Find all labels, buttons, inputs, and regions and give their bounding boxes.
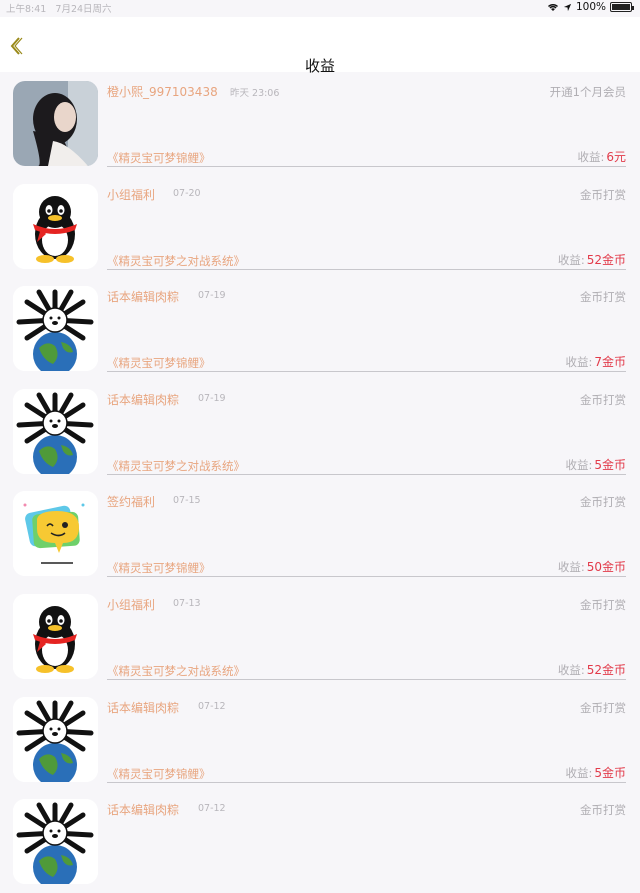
- income-row[interactable]: 话本编辑肉粽 07-19 金币打赏 《精灵宝可梦之对战系统》 收益: 5金币: [0, 380, 640, 483]
- penguin-avatar[interactable]: [13, 593, 98, 679]
- sender-name[interactable]: 话本编辑肉粽: [107, 699, 179, 716]
- income-value: 收益: 52金币: [558, 251, 626, 268]
- story-title[interactable]: 《精灵宝可梦锦鲤》: [107, 766, 211, 782]
- row-divider: [107, 166, 626, 167]
- reward-type: 金币打赏: [580, 803, 626, 818]
- location-arrow-icon: [563, 3, 572, 11]
- globe-avatar[interactable]: [13, 696, 98, 782]
- status-clock: 上午8:41: [6, 4, 47, 15]
- income-value: 收益: 5金币: [565, 764, 626, 781]
- story-title[interactable]: 《精灵宝可梦之对战系统》: [107, 253, 245, 269]
- reward-type: 金币打赏: [580, 290, 626, 305]
- record-time: 07-20: [173, 187, 201, 199]
- income-amount: 6元: [606, 150, 626, 164]
- income-row[interactable]: 话本编辑肉粽 07-12 金币打赏 《精灵宝可梦锦鲤》 收益: 5金币: [0, 688, 640, 791]
- story-title[interactable]: 《精灵宝可梦之对战系统》: [107, 663, 245, 679]
- story-title[interactable]: 《精灵宝可梦之对战系统》: [107, 458, 245, 474]
- row-divider: [107, 268, 626, 270]
- sender-name[interactable]: 话本编辑肉粽: [107, 288, 179, 305]
- income-amount: 50金币: [586, 560, 626, 575]
- income-row[interactable]: 小组福利 07-20 金币打赏 《精灵宝可梦之对战系统》 收益: 52金币: [0, 175, 640, 278]
- sender-name[interactable]: 小组福利: [107, 596, 155, 613]
- income-value: 收益: 6元: [577, 148, 626, 165]
- row-divider: [107, 576, 626, 578]
- reward-type: 金币打赏: [580, 392, 626, 407]
- battery-percent: 100%: [575, 1, 606, 13]
- income-amount: 5金币: [594, 457, 626, 472]
- income-row[interactable]: 小组福利 07-13 金币打赏 《精灵宝可梦之对战系统》 收益: 52金币: [0, 585, 640, 688]
- income-value: 收益: 7金币: [565, 353, 626, 370]
- record-time: 昨天 23:06: [230, 88, 280, 99]
- income-row[interactable]: 话本编辑肉粽 07-19 金币打赏 《精灵宝可梦锦鲤》 收益: 7金币: [0, 277, 640, 380]
- income-value: 收益: 50金币: [558, 558, 626, 575]
- story-title[interactable]: 《精灵宝可梦锦鲤》: [107, 560, 211, 576]
- record-time: 07-12: [198, 700, 226, 712]
- wifi-icon: [547, 4, 558, 11]
- income-amount: 7金币: [594, 355, 626, 370]
- status-bar: 上午8:41 7月24日周六 100%: [0, 0, 640, 17]
- row-divider: [107, 678, 626, 680]
- income-row[interactable]: 话本编辑肉粽 07-12 金币打赏: [0, 790, 640, 893]
- income-value: 收益: 52金币: [558, 661, 626, 678]
- nav-bar: 收益: [0, 17, 640, 75]
- globe-avatar[interactable]: [13, 286, 98, 372]
- income-row[interactable]: 签约福利 07-15 金币打赏 《精灵宝可梦锦鲤》 收益: 50金币: [0, 482, 640, 585]
- sender-name[interactable]: 话本编辑肉粽: [107, 801, 179, 818]
- income-list: 橙小熙_997103438 昨天 23:06 开通1个月会员 《精灵宝可梦锦鲤》…: [0, 72, 640, 893]
- record-time: 07-15: [173, 495, 201, 507]
- income-label: 收益:: [557, 662, 585, 677]
- globe-avatar[interactable]: [13, 799, 98, 885]
- chevron-left-icon[interactable]: [6, 35, 26, 57]
- income-label: 收益:: [565, 765, 593, 780]
- chat-avatar[interactable]: [13, 491, 98, 577]
- income-row[interactable]: 橙小熙_997103438 昨天 23:06 开通1个月会员 《精灵宝可梦锦鲤》…: [0, 72, 640, 175]
- row-divider: [107, 473, 626, 475]
- income-label: 收益:: [565, 355, 593, 370]
- battery-icon: [610, 2, 634, 12]
- reward-type: 开通1个月会员: [549, 85, 626, 99]
- photo-avatar[interactable]: [13, 81, 98, 166]
- income-label: 收益:: [557, 252, 585, 267]
- income-label: 收益:: [577, 150, 605, 164]
- row-divider: [107, 371, 626, 373]
- sender-name[interactable]: 橙小熙_997103438: [107, 83, 218, 100]
- income-amount: 5金币: [594, 765, 626, 780]
- status-time: 上午8:41 7月24日周六: [6, 1, 112, 15]
- income-label: 收益:: [565, 457, 593, 472]
- sender-name[interactable]: 小组福利: [107, 186, 155, 203]
- record-time: 07-19: [198, 290, 226, 302]
- sender-name[interactable]: 签约福利: [107, 493, 155, 510]
- income-amount: 52金币: [586, 252, 626, 267]
- status-date: 7月24日周六: [55, 4, 112, 15]
- record-time: 07-13: [173, 597, 201, 609]
- status-indicators: 100%: [547, 1, 634, 13]
- income-label: 收益:: [557, 560, 585, 575]
- reward-type: 金币打赏: [580, 495, 626, 510]
- globe-avatar[interactable]: [13, 388, 98, 474]
- reward-type: 金币打赏: [580, 187, 626, 202]
- income-value: 收益: 5金币: [565, 456, 626, 473]
- row-divider: [107, 781, 626, 783]
- story-title[interactable]: 《精灵宝可梦锦鲤》: [107, 150, 211, 166]
- story-title[interactable]: 《精灵宝可梦锦鲤》: [107, 355, 211, 371]
- record-time: 07-19: [198, 392, 226, 404]
- income-amount: 52金币: [586, 662, 626, 677]
- record-time: 07-12: [198, 803, 226, 815]
- sender-name[interactable]: 话本编辑肉粽: [107, 391, 179, 408]
- penguin-avatar[interactable]: [13, 183, 98, 269]
- reward-type: 金币打赏: [580, 700, 626, 715]
- reward-type: 金币打赏: [580, 597, 626, 612]
